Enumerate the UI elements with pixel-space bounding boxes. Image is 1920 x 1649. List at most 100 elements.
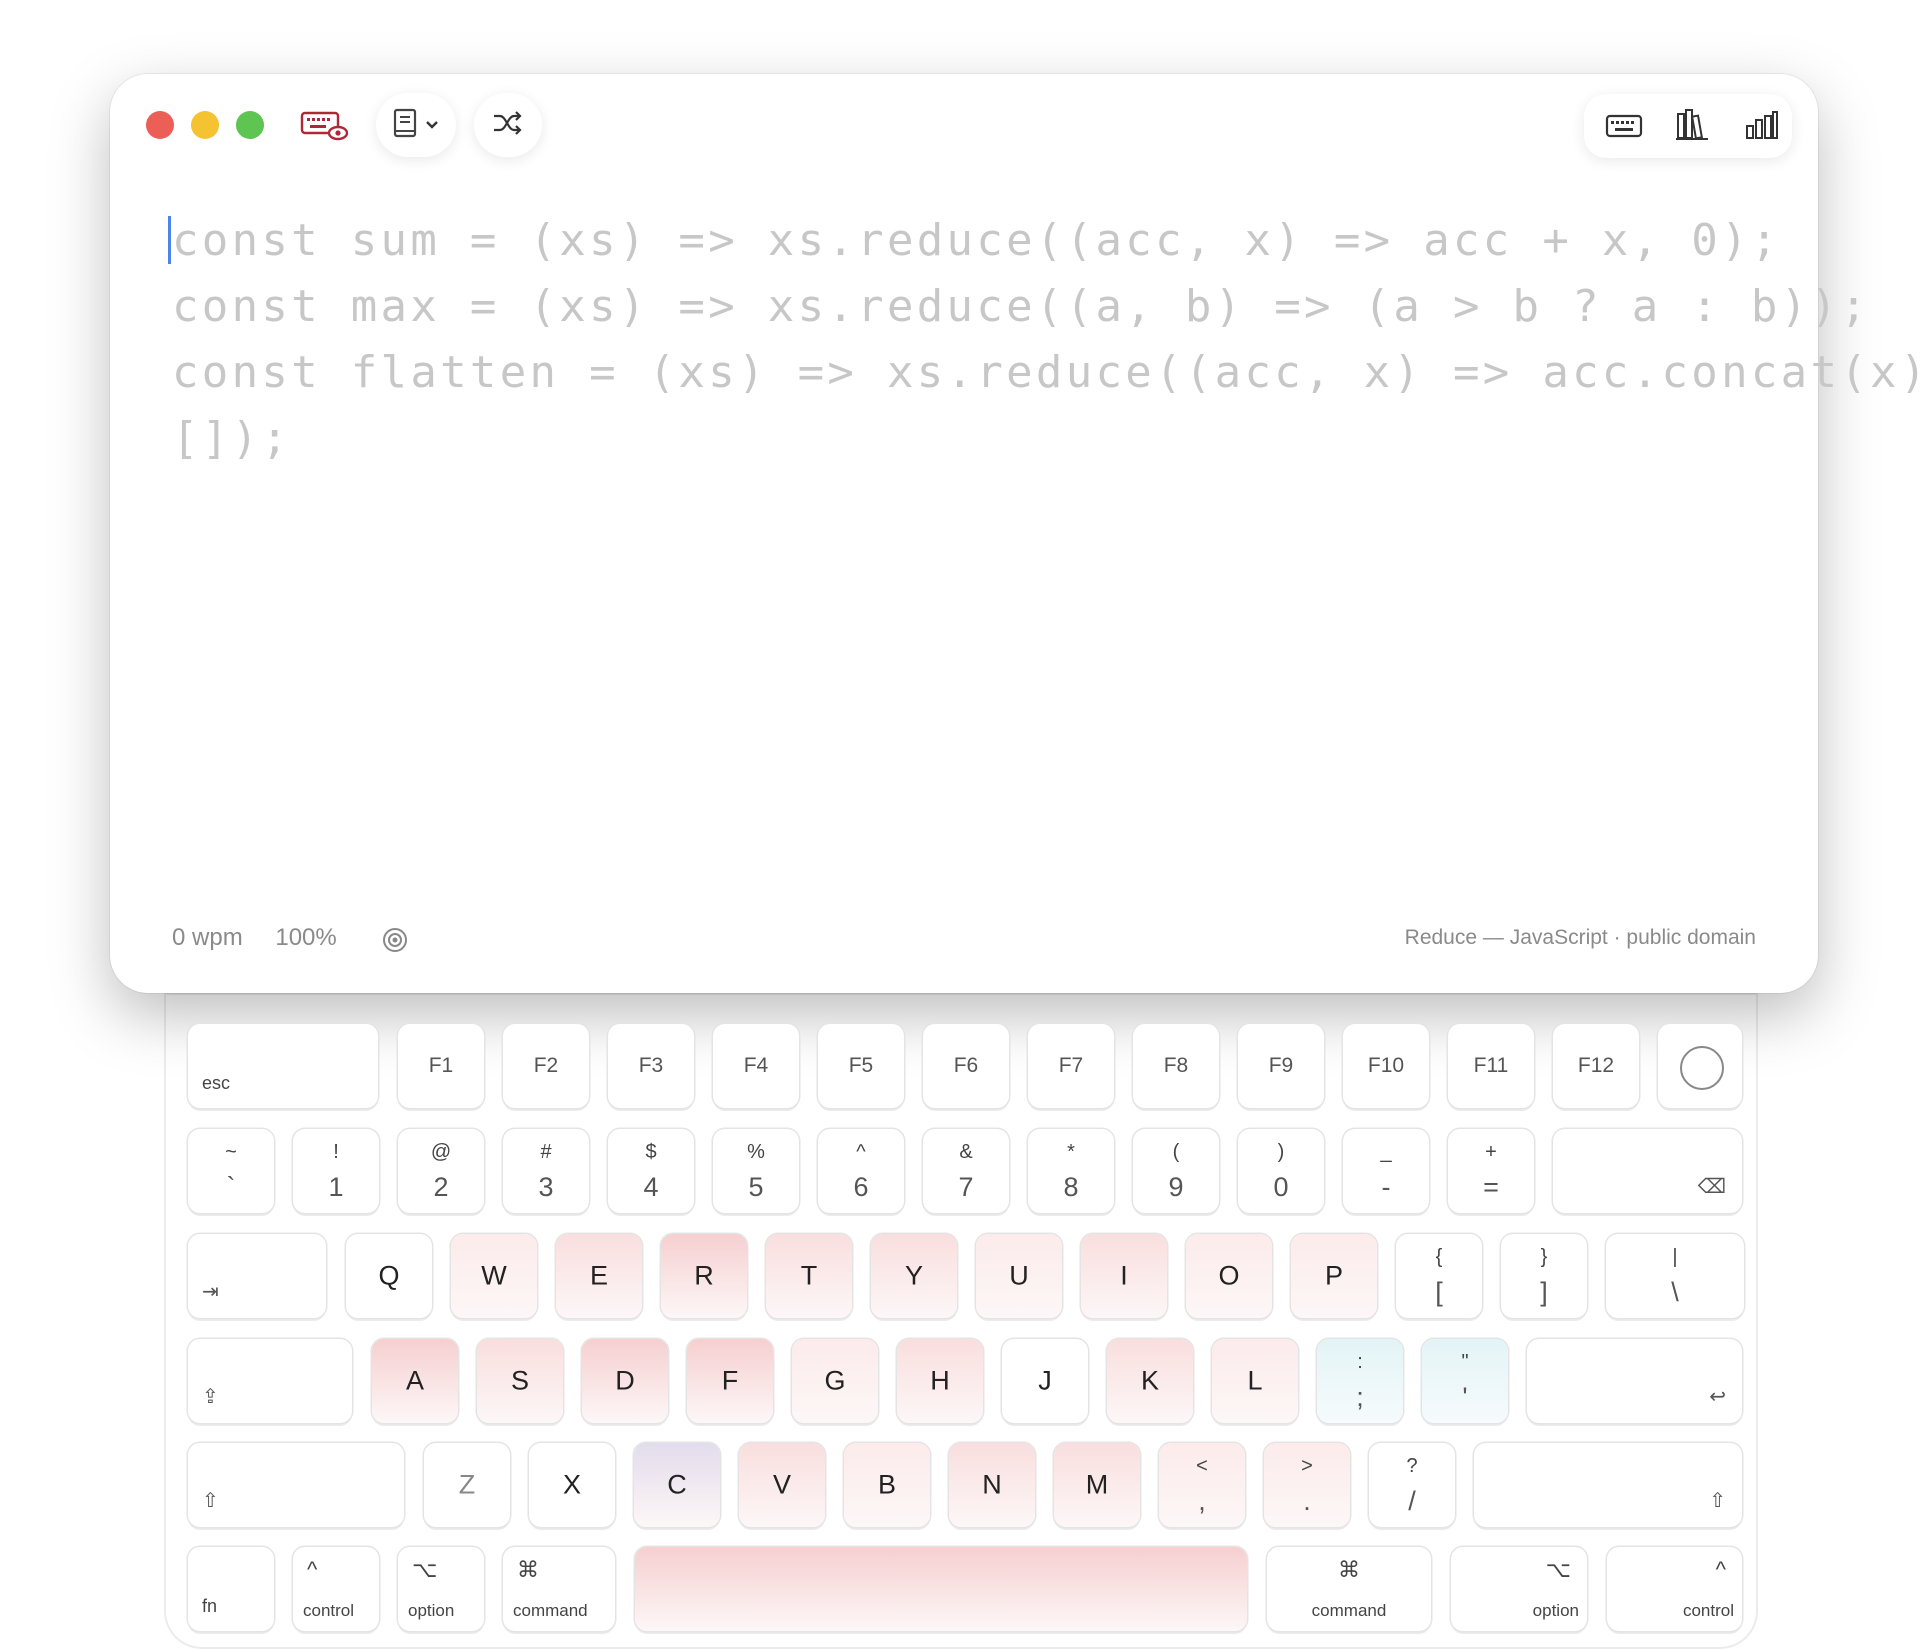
shift-symbol: |: [1672, 1246, 1678, 1268]
power-circle-icon: [1680, 1046, 1724, 1090]
close-window-button[interactable]: [146, 111, 174, 139]
key-num-=[interactable]: + =: [1448, 1129, 1534, 1213]
key-f10[interactable]: F10: [1343, 1024, 1429, 1108]
bar-chart-icon[interactable]: [1744, 108, 1780, 142]
left-command-key[interactable]: ⌘ command: [503, 1547, 615, 1631]
key-punct[interactable]: ? /: [1369, 1443, 1455, 1527]
key-b[interactable]: B: [844, 1443, 930, 1527]
left-command-key-label: command: [513, 1601, 588, 1620]
key-f9[interactable]: F9: [1238, 1024, 1324, 1108]
caps-lock-key[interactable]: ⇪: [188, 1339, 352, 1423]
key-f12[interactable]: F12: [1553, 1024, 1639, 1108]
key-f7[interactable]: F7: [1028, 1024, 1114, 1108]
key-o[interactable]: O: [1186, 1234, 1272, 1318]
fkey-label: F2: [533, 1054, 559, 1077]
power-key[interactable]: [1658, 1024, 1742, 1108]
space-bar[interactable]: [635, 1547, 1247, 1631]
fn-key[interactable]: fn: [188, 1547, 274, 1631]
key-num-7[interactable]: & 7: [923, 1129, 1009, 1213]
key-num-2[interactable]: @2: [398, 1129, 484, 1213]
shift-symbol: }: [1540, 1246, 1548, 1268]
key-num-9[interactable]: (9: [1133, 1129, 1219, 1213]
key-punct[interactable]: >.: [1264, 1443, 1350, 1527]
key-w[interactable]: W: [451, 1234, 537, 1318]
key-punct[interactable]: {[: [1396, 1234, 1482, 1318]
base-symbol: 8: [1063, 1172, 1079, 1202]
key-r[interactable]: R: [661, 1234, 747, 1318]
return-key[interactable]: ↩: [1527, 1339, 1742, 1423]
key-punct[interactable]: :;: [1317, 1339, 1403, 1423]
right-shift-key[interactable]: ⇧: [1474, 1443, 1742, 1527]
key-letter: C: [667, 1469, 687, 1500]
key-num-4[interactable]: $4: [608, 1129, 694, 1213]
key-e[interactable]: E: [556, 1234, 642, 1318]
text-caret: [168, 216, 171, 264]
key-h[interactable]: H: [897, 1339, 983, 1423]
key-k[interactable]: K: [1107, 1339, 1193, 1423]
shift-symbol: _: [1380, 1141, 1392, 1163]
left-command-key-symbol: ⌘: [517, 1557, 539, 1582]
key-z[interactable]: Z: [424, 1443, 510, 1527]
key-num--[interactable]: _ -: [1343, 1129, 1429, 1213]
key-f2[interactable]: F2: [503, 1024, 589, 1108]
keyboard-icon[interactable]: [1604, 110, 1644, 142]
key-punct[interactable]: " ': [1422, 1339, 1508, 1423]
key-n[interactable]: N: [949, 1443, 1035, 1527]
key-c[interactable]: C: [634, 1443, 720, 1527]
left-option-key[interactable]: ⌥ option: [398, 1547, 484, 1631]
key-f3[interactable]: F3: [608, 1024, 694, 1108]
key-f4[interactable]: F4: [713, 1024, 799, 1108]
key-a[interactable]: A: [372, 1339, 458, 1423]
base-symbol: 5: [748, 1172, 764, 1202]
left-shift-key[interactable]: ⇧: [188, 1443, 404, 1527]
right-control-key[interactable]: ^ control: [1607, 1547, 1742, 1631]
key-f[interactable]: F: [687, 1339, 773, 1423]
key-punct[interactable]: | \: [1606, 1234, 1744, 1318]
key-v[interactable]: V: [739, 1443, 825, 1527]
key-num-3[interactable]: #3: [503, 1129, 589, 1213]
key-y[interactable]: Y: [871, 1234, 957, 1318]
key-p[interactable]: P: [1291, 1234, 1377, 1318]
key-i[interactable]: I: [1081, 1234, 1167, 1318]
right-option-key-label: option: [1532, 1601, 1579, 1620]
target-icon[interactable]: [381, 926, 409, 958]
key-f6[interactable]: F6: [923, 1024, 1009, 1108]
key-num-1[interactable]: ! 1: [293, 1129, 379, 1213]
shift-symbol: +: [1485, 1141, 1497, 1163]
key-d[interactable]: D: [582, 1339, 668, 1423]
key-letter: W: [481, 1260, 507, 1291]
right-option-key[interactable]: ⌥ option: [1451, 1547, 1587, 1631]
tab-key[interactable]: ⇥: [188, 1234, 326, 1318]
key-punct[interactable]: <,: [1159, 1443, 1245, 1527]
key-g[interactable]: G: [792, 1339, 878, 1423]
delete-key[interactable]: ⌫: [1553, 1129, 1742, 1213]
keyboard-eye-icon[interactable]: [300, 110, 348, 142]
right-command-key[interactable]: ⌘ command: [1267, 1547, 1431, 1631]
key-x[interactable]: X: [529, 1443, 615, 1527]
key-num-0[interactable]: ) 0: [1238, 1129, 1324, 1213]
key-f8[interactable]: F8: [1133, 1024, 1219, 1108]
key-m[interactable]: M: [1054, 1443, 1140, 1527]
key-f5[interactable]: F5: [818, 1024, 904, 1108]
zoom-window-button[interactable]: [236, 111, 264, 139]
typing-text-area[interactable]: const sum = (xs) => xs.reduce((acc, x) =…: [172, 208, 1920, 472]
key-f11[interactable]: F11: [1448, 1024, 1534, 1108]
lessons-dropdown-button[interactable]: [376, 93, 456, 157]
key-f1[interactable]: F1: [398, 1024, 484, 1108]
library-icon[interactable]: [1674, 106, 1710, 142]
key-num-8[interactable]: * 8: [1028, 1129, 1114, 1213]
left-control-key[interactable]: ^ control: [293, 1547, 379, 1631]
key-s[interactable]: S: [477, 1339, 563, 1423]
key-num-5[interactable]: % 5: [713, 1129, 799, 1213]
shuffle-button[interactable]: [474, 93, 542, 157]
key-u[interactable]: U: [976, 1234, 1062, 1318]
key-t[interactable]: T: [766, 1234, 852, 1318]
key-q[interactable]: Q: [346, 1234, 432, 1318]
esc-key[interactable]: esc: [188, 1024, 378, 1108]
key-j[interactable]: J: [1002, 1339, 1088, 1423]
minimize-window-button[interactable]: [191, 111, 219, 139]
key-punct[interactable]: }]: [1501, 1234, 1587, 1318]
key-num-6[interactable]: ^ 6: [818, 1129, 904, 1213]
key-num-`[interactable]: ~ `: [188, 1129, 274, 1213]
key-l[interactable]: L: [1212, 1339, 1298, 1423]
